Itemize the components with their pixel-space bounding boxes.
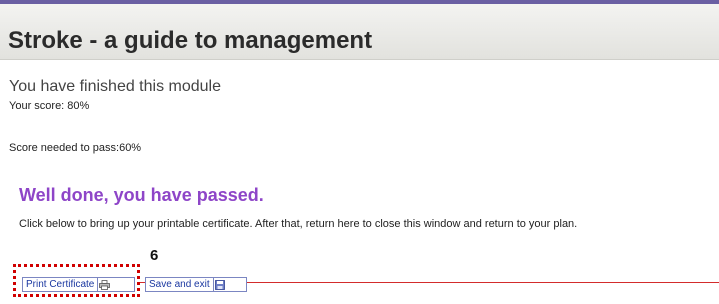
page-title: Stroke - a guide to management	[8, 27, 373, 54]
score-needed: Score needed to pass:60%	[9, 142, 142, 154]
printer-icon	[97, 278, 111, 291]
save-and-exit-label: Save and exit	[149, 279, 210, 290]
pass-status: Well done, you have passed.	[19, 185, 264, 205]
completion-heading: You have finished this module	[9, 78, 221, 95]
certificate-instructions: Click below to bring up your printable c…	[19, 218, 578, 230]
your-score: Your score: 80%	[9, 100, 90, 112]
print-certificate-button[interactable]: Print Certificate	[22, 277, 135, 292]
print-certificate-label: Print Certificate	[26, 279, 95, 290]
save-and-exit-button[interactable]: Save and exit	[145, 277, 247, 292]
step-number-annotation: 6	[150, 247, 159, 264]
save-disk-icon	[212, 278, 227, 291]
title-bar: Stroke - a guide to management	[0, 4, 719, 60]
